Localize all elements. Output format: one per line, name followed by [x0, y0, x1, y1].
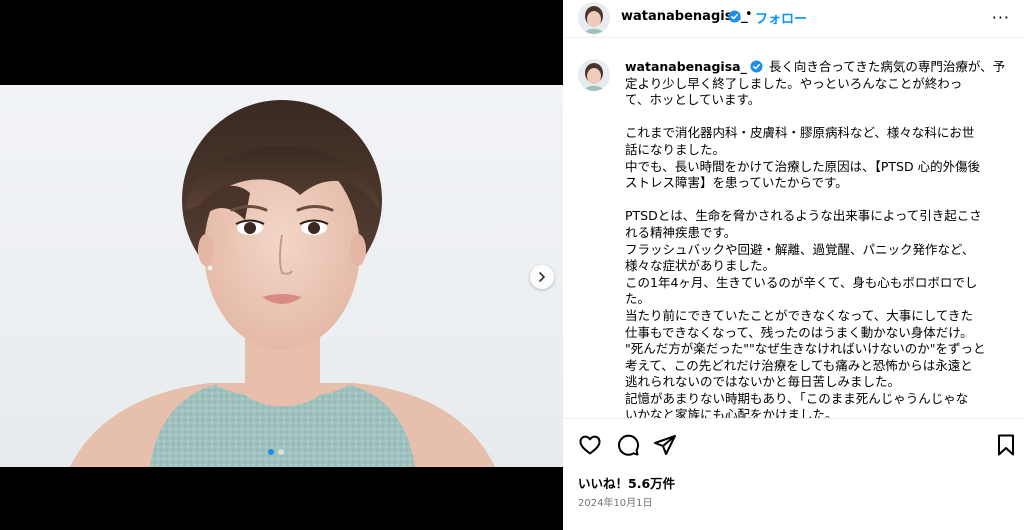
share-icon[interactable]	[653, 433, 677, 457]
verified-badge-icon	[728, 10, 741, 23]
caption-username[interactable]: watanabenagisa_	[625, 59, 747, 74]
post-actions-bar: いいね！5.6万件 2024年10月1日	[563, 418, 1024, 530]
post-photo[interactable]	[0, 85, 563, 467]
caption-line: これまで消化器内科・皮膚科・膠原病科など、様々な科にお世	[625, 125, 975, 141]
likes-count[interactable]: いいね！5.6万件	[578, 473, 675, 492]
media-pane	[0, 0, 563, 530]
post-side-panel: watanabenagisa_ • フォロー ··· watanabenagis…	[563, 0, 1024, 530]
carousel-dot-active	[268, 449, 274, 455]
comments-scroll-area[interactable]: watanabenagisa_ 長く向き合ってきた病気の専門治療が、予 定より少し…	[563, 39, 1024, 419]
verified-badge-icon	[750, 60, 763, 73]
caption-line: 記憶があまりない時期もあり、「このまま死んじゃうんじゃな	[625, 390, 969, 406]
caption-line: "死んだ方が楽だった""なぜ生きなければいけないのか"をずっと	[625, 341, 986, 357]
caption-line: 長く向き合ってきた病気の専門治療が、予	[764, 59, 1006, 74]
caption-line: 定より少し早く終了しました。やっといろんなことが終わっ	[625, 75, 963, 91]
caption-line: 中でも、長い時間をかけて治療した原因は、【PTSD 心的外傷後	[625, 158, 981, 174]
carousel-dot	[278, 449, 284, 455]
post-header: watanabenagisa_ • フォロー ···	[563, 0, 1024, 38]
caption-line: PTSDとは、生命を脅かされるような出来事によって引き起こさ	[625, 208, 982, 224]
instagram-post-view: watanabenagisa_ • フォロー ··· watanabenagis…	[0, 0, 1024, 530]
caption-line: フラッシュバックや回避・解離、過覚醒、パニック発作など、	[625, 241, 975, 257]
caption-line: た。	[625, 291, 651, 307]
caption-line: 仕事もできなくなって、残ったのはうまく動かない身体だけ。	[625, 324, 973, 340]
caption-line: れる精神疾患です。	[625, 224, 737, 240]
heart-icon[interactable]	[578, 433, 602, 457]
caption-line: 当たり前にできていたことができなくなって、大事にしてきた	[625, 307, 974, 323]
comment-icon[interactable]	[616, 433, 640, 457]
caption-text: 長く向き合ってきた病気の専門治療が、予 定より少し早く終了しました。やっといろんな…	[625, 59, 1010, 419]
caption-line	[625, 109, 1010, 126]
more-options-button[interactable]: ···	[992, 8, 1010, 27]
separator-dot: •	[745, 7, 753, 22]
chevron-right-icon	[539, 272, 545, 282]
post-date[interactable]: 2024年10月1日	[578, 494, 653, 509]
post-caption: watanabenagisa_ 長く向き合ってきた病気の専門治療が、予 定より少し…	[625, 59, 1010, 419]
caption-avatar[interactable]	[578, 59, 610, 91]
caption-line: て、ホッとしています。	[625, 92, 761, 108]
caption-line: ストレス障害】を患っていたからです。	[625, 175, 848, 191]
caption-line: 考えて、この先どれだけ治療をしても痛みと恐怖からは永遠と	[625, 357, 973, 373]
carousel-indicator	[268, 449, 284, 455]
bookmark-icon[interactable]	[994, 433, 1018, 457]
author-avatar[interactable]	[578, 2, 610, 34]
caption-line: この1年4ヶ月、生きているのが辛くて、身も心もボロボロでし	[625, 274, 978, 290]
caption-line: 逃れられないのではないかと毎日苦しみました。	[625, 374, 901, 390]
more-icon: ···	[991, 8, 1010, 27]
carousel-next-button[interactable]	[530, 265, 554, 289]
follow-button[interactable]: フォロー	[755, 8, 807, 27]
caption-line: 話になりました。	[625, 141, 726, 157]
caption-line: 様々な症状がありました。	[625, 258, 776, 274]
caption-line	[625, 192, 1010, 209]
